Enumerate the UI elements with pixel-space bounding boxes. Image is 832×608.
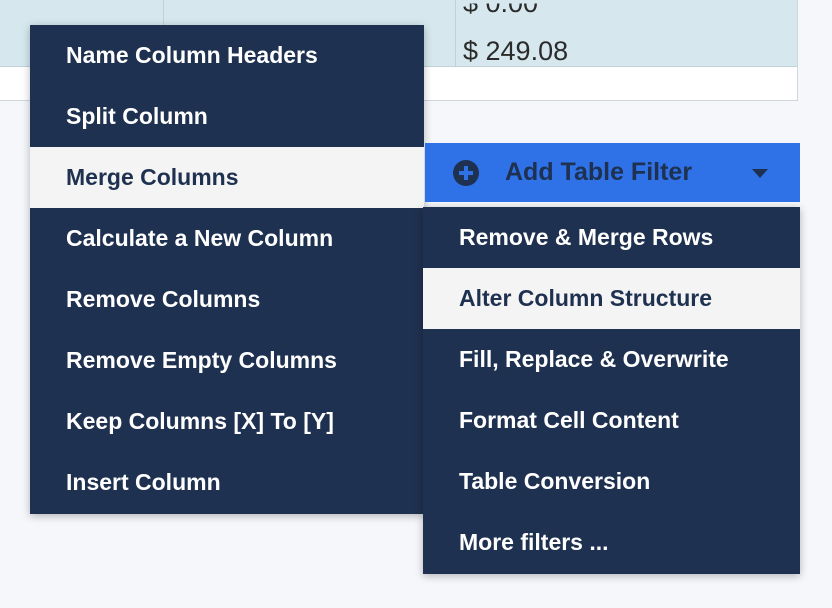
menu-item-remove-columns[interactable]: Remove Columns xyxy=(30,269,424,330)
menu-item-alter-column-structure[interactable]: Alter Column Structure xyxy=(423,268,800,329)
menu-item-keep-columns-range[interactable]: Keep Columns [X] To [Y] xyxy=(30,391,424,452)
menu-item-split-column[interactable]: Split Column xyxy=(30,86,424,147)
menu-item-table-conversion[interactable]: Table Conversion xyxy=(423,451,800,512)
menu-item-format-cell-content[interactable]: Format Cell Content xyxy=(423,390,800,451)
menu-item-insert-column[interactable]: Insert Column xyxy=(30,452,424,513)
add-table-filter-label: Add Table Filter xyxy=(505,158,693,186)
menu-item-fill-replace-overwrite[interactable]: Fill, Replace & Overwrite xyxy=(423,329,800,390)
plus-circle-icon xyxy=(453,159,479,186)
column-divider xyxy=(455,0,456,66)
add-table-filter-button[interactable]: Add Table Filter xyxy=(425,143,800,202)
menu-item-remove-empty-columns[interactable]: Remove Empty Columns xyxy=(30,330,424,391)
menu-item-calculate-new-column[interactable]: Calculate a New Column xyxy=(30,208,424,269)
menu-item-remove-merge-rows[interactable]: Remove & Merge Rows xyxy=(423,207,800,268)
menu-item-name-column-headers[interactable]: Name Column Headers xyxy=(30,25,424,86)
caret-down-icon xyxy=(752,169,768,178)
filter-categories-menu: Remove & Merge Rows Alter Column Structu… xyxy=(423,207,800,574)
column-actions-menu: Name Column Headers Split Column Merge C… xyxy=(30,25,424,514)
menu-item-more-filters[interactable]: More filters ... xyxy=(423,512,800,573)
table-row[interactable] xyxy=(0,0,797,27)
menu-item-merge-columns[interactable]: Merge Columns xyxy=(30,147,424,208)
table-cell-amount: $ 249.08 xyxy=(463,36,569,66)
